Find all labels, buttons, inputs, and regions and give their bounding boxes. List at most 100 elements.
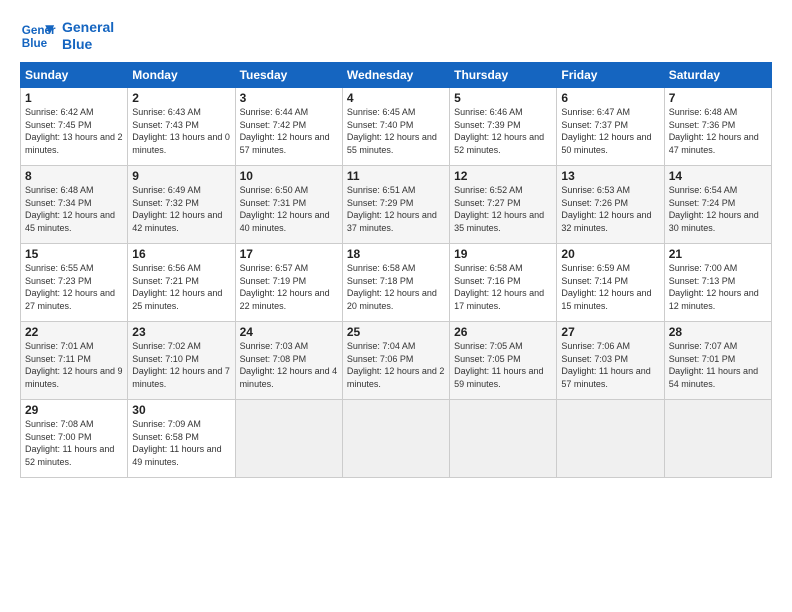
calendar-cell: 18 Sunrise: 6:58 AM Sunset: 7:18 PM Dayl… — [342, 244, 449, 322]
day-number: 10 — [240, 169, 338, 183]
calendar-week-row: 29 Sunrise: 7:08 AM Sunset: 7:00 PM Dayl… — [21, 400, 772, 478]
calendar-cell — [450, 400, 557, 478]
calendar-cell: 8 Sunrise: 6:48 AM Sunset: 7:34 PM Dayli… — [21, 166, 128, 244]
day-number: 1 — [25, 91, 123, 105]
day-number: 14 — [669, 169, 767, 183]
day-number: 20 — [561, 247, 659, 261]
page: General Blue General Blue SundayMondayTu… — [0, 0, 792, 612]
calendar-week-row: 22 Sunrise: 7:01 AM Sunset: 7:11 PM Dayl… — [21, 322, 772, 400]
calendar-cell: 27 Sunrise: 7:06 AM Sunset: 7:03 PM Dayl… — [557, 322, 664, 400]
cell-info: Sunrise: 6:56 AM Sunset: 7:21 PM Dayligh… — [132, 262, 230, 312]
calendar-cell: 6 Sunrise: 6:47 AM Sunset: 7:37 PM Dayli… — [557, 88, 664, 166]
cell-info: Sunrise: 6:45 AM Sunset: 7:40 PM Dayligh… — [347, 106, 445, 156]
calendar-cell: 19 Sunrise: 6:58 AM Sunset: 7:16 PM Dayl… — [450, 244, 557, 322]
day-number: 6 — [561, 91, 659, 105]
calendar-cell: 17 Sunrise: 6:57 AM Sunset: 7:19 PM Dayl… — [235, 244, 342, 322]
calendar-cell: 13 Sunrise: 6:53 AM Sunset: 7:26 PM Dayl… — [557, 166, 664, 244]
day-number: 29 — [25, 403, 123, 417]
day-number: 18 — [347, 247, 445, 261]
day-number: 7 — [669, 91, 767, 105]
cell-info: Sunrise: 6:44 AM Sunset: 7:42 PM Dayligh… — [240, 106, 338, 156]
cell-info: Sunrise: 7:01 AM Sunset: 7:11 PM Dayligh… — [25, 340, 123, 390]
cell-info: Sunrise: 6:47 AM Sunset: 7:37 PM Dayligh… — [561, 106, 659, 156]
calendar-cell: 16 Sunrise: 6:56 AM Sunset: 7:21 PM Dayl… — [128, 244, 235, 322]
weekday-header: Saturday — [664, 63, 771, 88]
calendar-cell: 23 Sunrise: 7:02 AM Sunset: 7:10 PM Dayl… — [128, 322, 235, 400]
weekday-header: Thursday — [450, 63, 557, 88]
day-number: 28 — [669, 325, 767, 339]
day-number: 5 — [454, 91, 552, 105]
cell-info: Sunrise: 6:58 AM Sunset: 7:18 PM Dayligh… — [347, 262, 445, 312]
cell-info: Sunrise: 6:48 AM Sunset: 7:36 PM Dayligh… — [669, 106, 767, 156]
calendar-cell: 12 Sunrise: 6:52 AM Sunset: 7:27 PM Dayl… — [450, 166, 557, 244]
calendar-cell: 10 Sunrise: 6:50 AM Sunset: 7:31 PM Dayl… — [235, 166, 342, 244]
day-number: 9 — [132, 169, 230, 183]
calendar-cell: 26 Sunrise: 7:05 AM Sunset: 7:05 PM Dayl… — [450, 322, 557, 400]
weekday-header: Tuesday — [235, 63, 342, 88]
logo: General Blue General Blue — [20, 18, 114, 54]
day-number: 27 — [561, 325, 659, 339]
cell-info: Sunrise: 7:05 AM Sunset: 7:05 PM Dayligh… — [454, 340, 552, 390]
cell-info: Sunrise: 6:53 AM Sunset: 7:26 PM Dayligh… — [561, 184, 659, 234]
calendar-cell: 14 Sunrise: 6:54 AM Sunset: 7:24 PM Dayl… — [664, 166, 771, 244]
day-number: 30 — [132, 403, 230, 417]
cell-info: Sunrise: 6:59 AM Sunset: 7:14 PM Dayligh… — [561, 262, 659, 312]
day-number: 25 — [347, 325, 445, 339]
calendar-cell: 4 Sunrise: 6:45 AM Sunset: 7:40 PM Dayli… — [342, 88, 449, 166]
cell-info: Sunrise: 7:06 AM Sunset: 7:03 PM Dayligh… — [561, 340, 659, 390]
day-number: 4 — [347, 91, 445, 105]
calendar-cell: 9 Sunrise: 6:49 AM Sunset: 7:32 PM Dayli… — [128, 166, 235, 244]
calendar-cell — [664, 400, 771, 478]
day-number: 11 — [347, 169, 445, 183]
day-number: 26 — [454, 325, 552, 339]
cell-info: Sunrise: 7:08 AM Sunset: 7:00 PM Dayligh… — [25, 418, 123, 468]
calendar-cell: 28 Sunrise: 7:07 AM Sunset: 7:01 PM Dayl… — [664, 322, 771, 400]
day-number: 22 — [25, 325, 123, 339]
day-number: 13 — [561, 169, 659, 183]
calendar-cell — [342, 400, 449, 478]
calendar-cell: 30 Sunrise: 7:09 AM Sunset: 6:58 PM Dayl… — [128, 400, 235, 478]
cell-info: Sunrise: 6:48 AM Sunset: 7:34 PM Dayligh… — [25, 184, 123, 234]
calendar-week-row: 1 Sunrise: 6:42 AM Sunset: 7:45 PM Dayli… — [21, 88, 772, 166]
weekday-header: Wednesday — [342, 63, 449, 88]
calendar: SundayMondayTuesdayWednesdayThursdayFrid… — [20, 62, 772, 478]
svg-text:Blue: Blue — [22, 37, 48, 50]
day-number: 24 — [240, 325, 338, 339]
calendar-cell — [557, 400, 664, 478]
cell-info: Sunrise: 6:50 AM Sunset: 7:31 PM Dayligh… — [240, 184, 338, 234]
calendar-cell: 24 Sunrise: 7:03 AM Sunset: 7:08 PM Dayl… — [235, 322, 342, 400]
day-number: 19 — [454, 247, 552, 261]
calendar-week-row: 8 Sunrise: 6:48 AM Sunset: 7:34 PM Dayli… — [21, 166, 772, 244]
weekday-header: Sunday — [21, 63, 128, 88]
calendar-cell: 21 Sunrise: 7:00 AM Sunset: 7:13 PM Dayl… — [664, 244, 771, 322]
day-number: 2 — [132, 91, 230, 105]
weekday-header: Friday — [557, 63, 664, 88]
day-number: 17 — [240, 247, 338, 261]
cell-info: Sunrise: 6:57 AM Sunset: 7:19 PM Dayligh… — [240, 262, 338, 312]
calendar-cell: 29 Sunrise: 7:08 AM Sunset: 7:00 PM Dayl… — [21, 400, 128, 478]
cell-info: Sunrise: 7:09 AM Sunset: 6:58 PM Dayligh… — [132, 418, 230, 468]
day-number: 3 — [240, 91, 338, 105]
calendar-body: 1 Sunrise: 6:42 AM Sunset: 7:45 PM Dayli… — [21, 88, 772, 478]
logo-icon: General Blue — [20, 18, 56, 54]
day-number: 15 — [25, 247, 123, 261]
logo-blue: Blue — [62, 36, 114, 53]
cell-info: Sunrise: 7:00 AM Sunset: 7:13 PM Dayligh… — [669, 262, 767, 312]
day-number: 16 — [132, 247, 230, 261]
logo-general: General — [62, 19, 114, 35]
calendar-cell: 20 Sunrise: 6:59 AM Sunset: 7:14 PM Dayl… — [557, 244, 664, 322]
calendar-week-row: 15 Sunrise: 6:55 AM Sunset: 7:23 PM Dayl… — [21, 244, 772, 322]
calendar-cell: 11 Sunrise: 6:51 AM Sunset: 7:29 PM Dayl… — [342, 166, 449, 244]
day-number: 12 — [454, 169, 552, 183]
calendar-header-row: SundayMondayTuesdayWednesdayThursdayFrid… — [21, 63, 772, 88]
cell-info: Sunrise: 7:07 AM Sunset: 7:01 PM Dayligh… — [669, 340, 767, 390]
weekday-header: Monday — [128, 63, 235, 88]
calendar-cell: 15 Sunrise: 6:55 AM Sunset: 7:23 PM Dayl… — [21, 244, 128, 322]
day-number: 23 — [132, 325, 230, 339]
cell-info: Sunrise: 7:03 AM Sunset: 7:08 PM Dayligh… — [240, 340, 338, 390]
cell-info: Sunrise: 6:54 AM Sunset: 7:24 PM Dayligh… — [669, 184, 767, 234]
cell-info: Sunrise: 7:02 AM Sunset: 7:10 PM Dayligh… — [132, 340, 230, 390]
calendar-cell: 1 Sunrise: 6:42 AM Sunset: 7:45 PM Dayli… — [21, 88, 128, 166]
header: General Blue General Blue — [20, 18, 772, 54]
cell-info: Sunrise: 6:49 AM Sunset: 7:32 PM Dayligh… — [132, 184, 230, 234]
